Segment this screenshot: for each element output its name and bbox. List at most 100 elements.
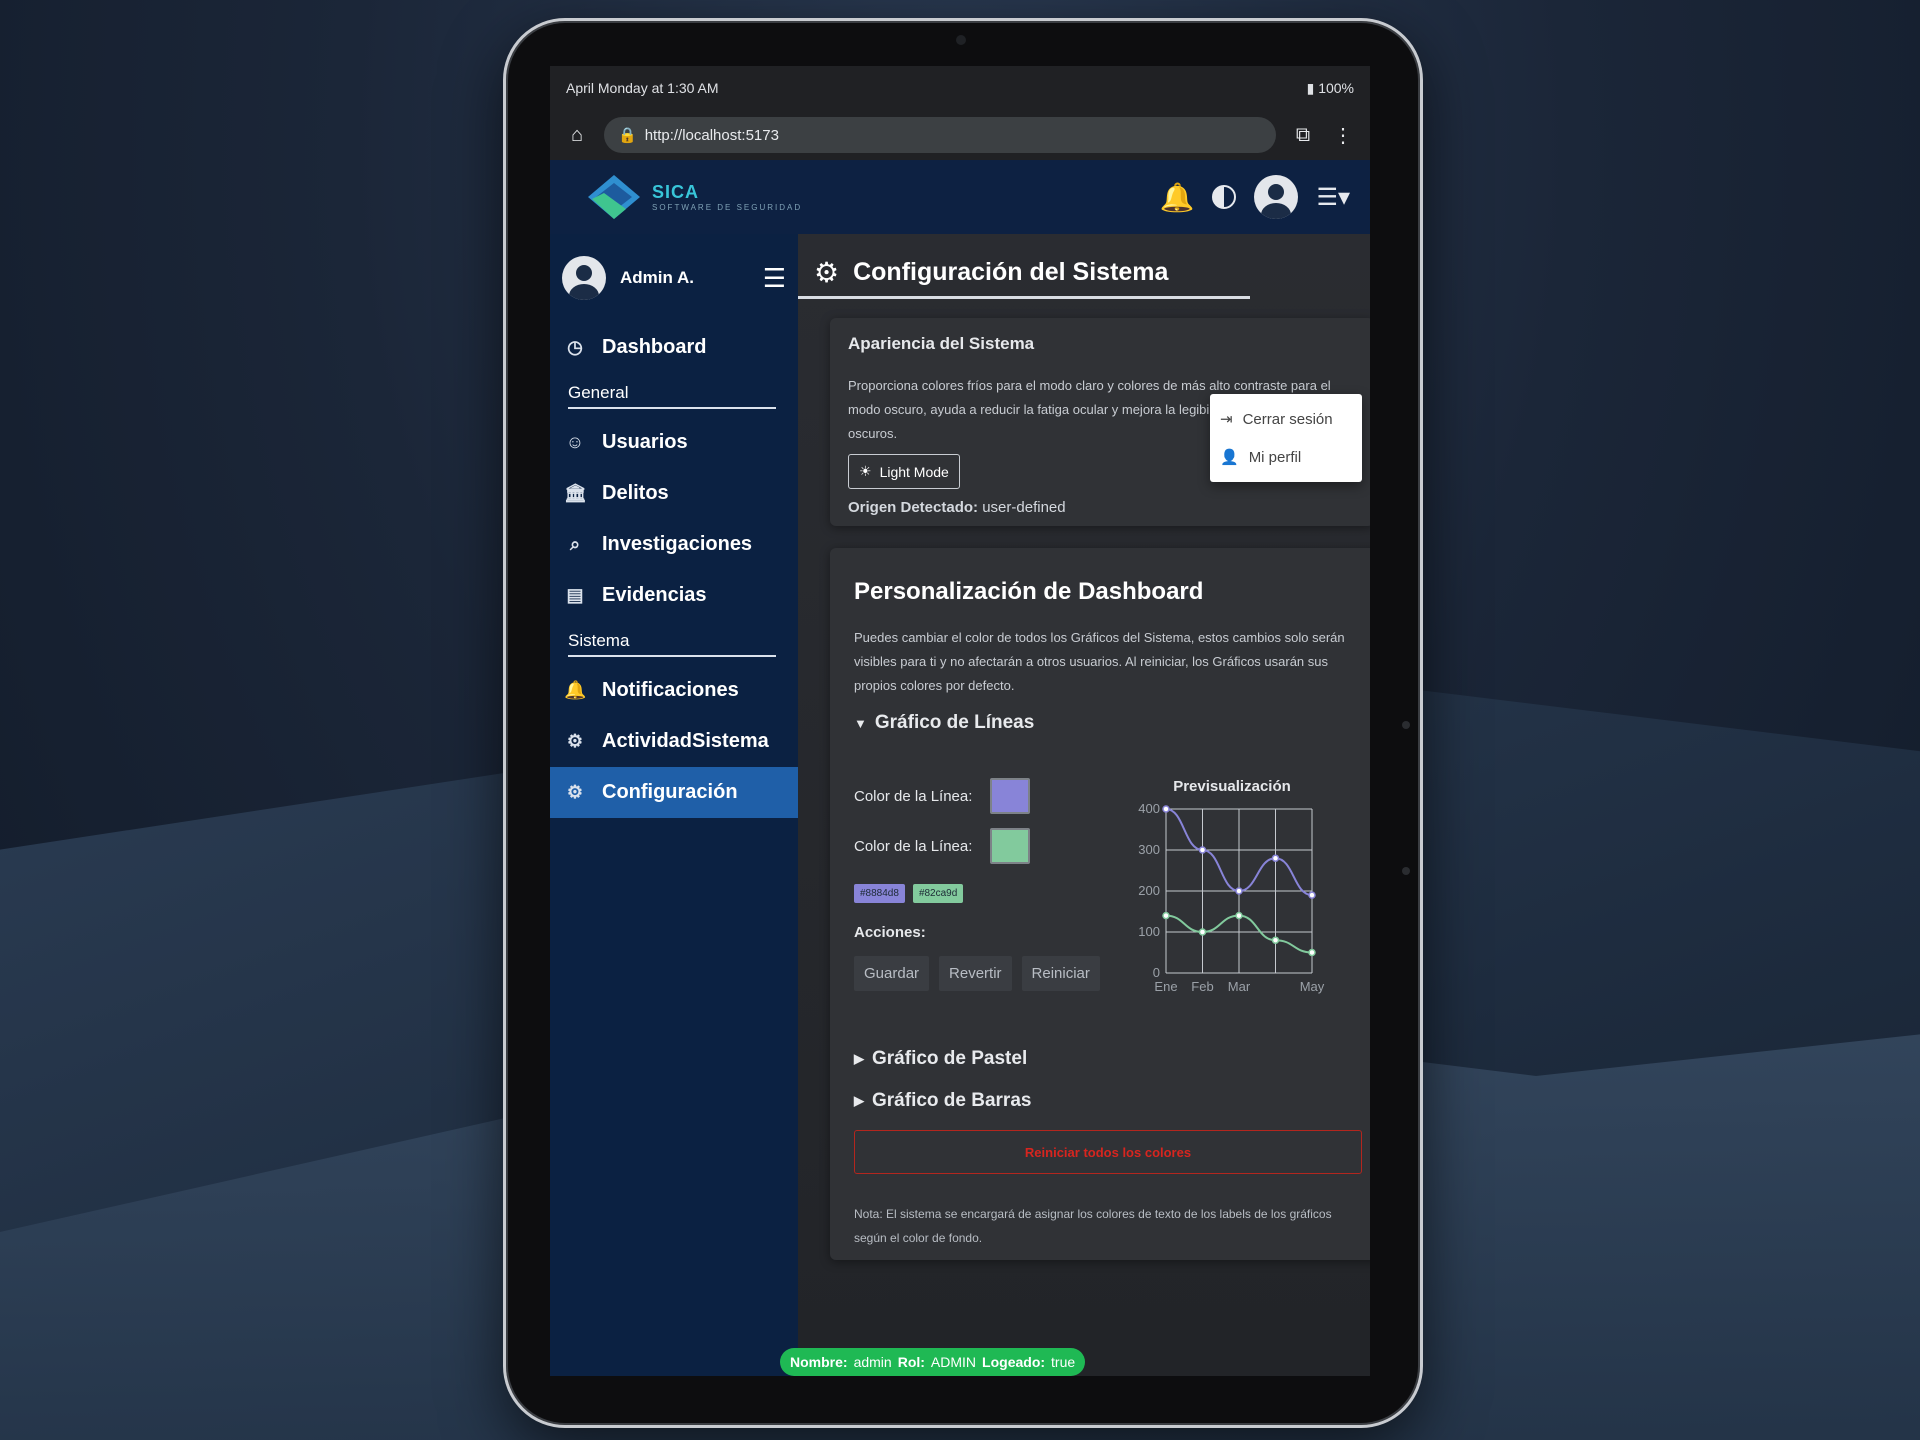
preview-title: Previsualización <box>1173 778 1291 795</box>
light-mode-button[interactable]: ☀ Light Mode <box>848 454 960 489</box>
actions-group: Guardar Revertir Reiniciar <box>854 956 1100 991</box>
logout-menu-item[interactable]: ⇥ Cerrar sesión <box>1210 400 1362 438</box>
save-button[interactable]: Guardar <box>854 956 930 991</box>
pie-chart-section-toggle[interactable]: ▶ Gráfico de Pastel <box>854 1048 1362 1070</box>
color-chips: #8884d8 #82ca9d <box>854 884 964 903</box>
data-point <box>1271 936 1280 944</box>
more-options-icon[interactable]: ⋮ <box>1330 123 1356 148</box>
sun-icon: ☀ <box>859 463 872 479</box>
line-section-title: Gráfico de Líneas <box>874 712 1035 733</box>
sidebar-section-sistema: Sistema <box>568 625 776 657</box>
sidebar-item-label: Investigaciones <box>602 533 753 555</box>
main-content: ⚙ Configuración del Sistema Apariencia d… <box>798 234 1370 1376</box>
line-color-row-1: Color de la Línea: <box>854 778 1031 814</box>
device-screen: April Monday at 1:30 AM ▮ 100% ⌂ 🔒 http:… <box>550 66 1370 1376</box>
y-tick-label: 0 <box>1153 965 1160 980</box>
bell-icon[interactable]: 🔔 <box>1160 181 1195 214</box>
caret-right-icon: ▶ <box>854 1051 864 1066</box>
data-point <box>1162 911 1170 920</box>
line-color-label: Color de la Línea: <box>854 837 973 855</box>
data-point <box>1235 887 1243 895</box>
sidebar-item-usuarios[interactable]: ☺ Usuarios <box>550 417 798 468</box>
y-tick-label: 200 <box>1138 883 1160 898</box>
user-name: Admin A. <box>620 268 694 287</box>
investigation-icon: ⌕ <box>569 534 581 554</box>
sidebar-item-label: ActividadSistema <box>602 730 769 752</box>
avatar[interactable] <box>562 256 606 300</box>
data-point <box>1198 846 1207 854</box>
revert-button[interactable]: Revertir <box>939 956 1012 991</box>
line-chart-section-toggle[interactable]: ▼ Gráfico de Líneas <box>854 712 1362 734</box>
reset-button[interactable]: Reiniciar <box>1021 956 1100 991</box>
actions-label: Acciones: <box>854 924 926 941</box>
reset-all-colors-button[interactable]: Reiniciar todos los colores <box>854 1130 1362 1174</box>
contrast-icon[interactable] <box>1212 185 1237 209</box>
tabs-icon[interactable]: ⧉ <box>1290 124 1316 147</box>
color-swatch-1[interactable] <box>990 778 1031 814</box>
brand-logo[interactable]: SICA SOFTWARE DE SEGURIDAD <box>586 173 802 221</box>
address-bar[interactable]: 🔒 http://localhost:5173 <box>604 117 1276 153</box>
page-title: Configuración del Sistema <box>853 257 1169 286</box>
sidebar-user: Admin A. ☰ <box>550 234 798 322</box>
color-chip-1: #8884d8 <box>854 884 905 903</box>
profile-label: Mi perfil <box>1248 448 1302 466</box>
evidence-icon: ▤ <box>566 585 584 605</box>
sidebar-item-investigaciones[interactable]: ⌕ Investigaciones <box>550 519 798 570</box>
navbar-actions: 🔔 ☰▾ <box>1160 175 1350 219</box>
caret-down-icon: ▼ <box>854 715 867 731</box>
sidebar-item-label: Notificaciones <box>602 679 739 701</box>
data-point <box>1308 948 1316 957</box>
side-sensor <box>1402 867 1410 875</box>
user-icon: 👤 <box>1220 449 1239 466</box>
color-swatch-2[interactable] <box>990 828 1031 864</box>
line-color-label: Color de la Línea: <box>854 787 973 805</box>
brand-name: SICA <box>652 182 700 202</box>
bar-section-title: Gráfico de Barras <box>872 1090 1032 1111</box>
pie-section-title: Gráfico de Pastel <box>872 1048 1028 1069</box>
sidebar-item-delitos[interactable]: 🏛 Delitos <box>550 468 798 519</box>
sidebar-item-configuracion[interactable]: ⚙ Configuración <box>550 767 798 818</box>
appearance-title: Apariencia del Sistema <box>848 334 1035 353</box>
color-chip-2: #82ca9d <box>912 884 964 903</box>
x-tick-label: Feb <box>1191 979 1213 994</box>
sidebar-item-notificaciones[interactable]: 🔔 Notificaciones <box>550 665 798 716</box>
badge-name: admin <box>853 1354 892 1370</box>
app-root: SICA SOFTWARE DE SEGURIDAD 🔔 ☰▾ Admin A.… <box>550 160 1370 1376</box>
sidebar-item-label: Evidencias <box>602 584 707 606</box>
lock-icon: 🔒 <box>618 127 637 144</box>
hamburger-icon[interactable]: ☰ <box>763 263 786 294</box>
camera-icon <box>956 35 966 45</box>
light-mode-label: Light Mode <box>879 463 949 480</box>
profile-menu-item[interactable]: 👤 Mi perfil <box>1210 438 1362 476</box>
bar-chart-section-toggle[interactable]: ▶ Gráfico de Barras <box>854 1090 1362 1112</box>
data-point <box>1308 891 1316 899</box>
data-point <box>1162 805 1170 813</box>
sidebar-item-actividadsistema[interactable]: ⚙ ActividadSistema <box>550 716 798 767</box>
badge-name-label: Nombre: <box>790 1354 848 1370</box>
logout-icon: ⇥ <box>1220 411 1233 428</box>
menu-icon[interactable]: ☰▾ <box>1316 183 1350 212</box>
x-tick-label: May <box>1300 979 1325 994</box>
gear-icon: ⚙ <box>566 782 584 802</box>
data-point <box>1198 928 1207 936</box>
status-bar: April Monday at 1:30 AM ▮ 100% <box>550 66 1370 110</box>
caret-right-icon: ▶ <box>854 1093 864 1108</box>
x-tick-label: Ene <box>1154 979 1177 994</box>
dashboard-customization-card: Personalización de Dashboard Puedes camb… <box>830 548 1370 1260</box>
data-point <box>1235 911 1243 920</box>
browser-bar: ⌂ 🔒 http://localhost:5173 ⧉ ⋮ <box>550 110 1370 160</box>
logout-label: Cerrar sesión <box>1242 410 1333 428</box>
activity-icon: ⚙ <box>566 731 584 751</box>
side-sensor <box>1402 721 1410 729</box>
bank-icon: 🏛 <box>564 483 587 503</box>
home-icon[interactable]: ⌂ <box>564 124 590 147</box>
avatar[interactable] <box>1254 175 1299 219</box>
brand-tagline: SOFTWARE DE SEGURIDAD <box>652 203 803 212</box>
page-header: ⚙ Configuración del Sistema <box>798 234 1250 299</box>
user-dropdown-menu: ⇥ Cerrar sesión 👤 Mi perfil <box>1210 394 1362 482</box>
sidebar: Admin A. ☰ ◷ Dashboard General ☺ Usuario… <box>550 234 798 1376</box>
sidebar-item-evidencias[interactable]: ▤ Evidencias <box>550 570 798 621</box>
users-icon: ☺ <box>565 432 585 452</box>
sidebar-item-dashboard[interactable]: ◷ Dashboard <box>550 322 798 373</box>
data-point <box>1271 854 1280 862</box>
